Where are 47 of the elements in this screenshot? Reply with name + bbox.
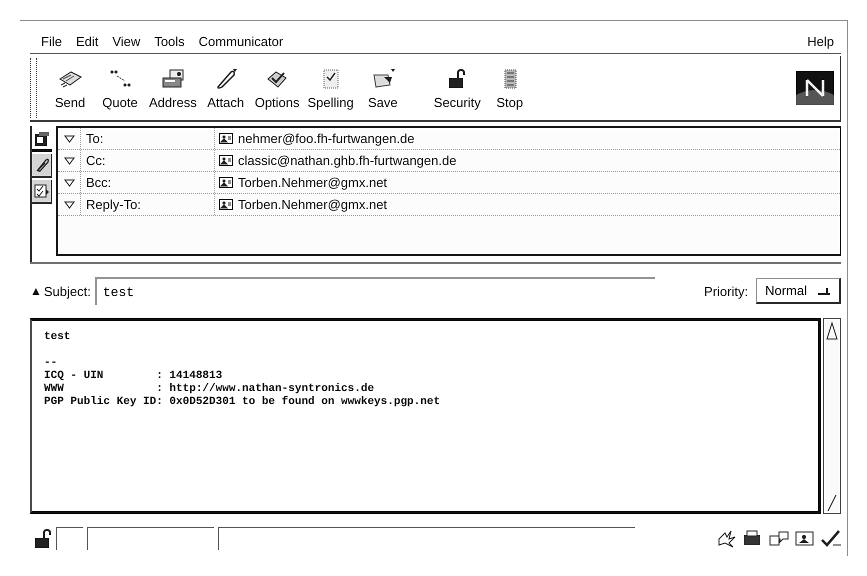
- subject-label: Subject:: [42, 284, 92, 298]
- field-type-label[interactable]: Bcc:: [81, 172, 215, 193]
- dropdown-triangle-icon[interactable]: [64, 156, 74, 164]
- body-text-line: test: [44, 331, 72, 344]
- toolbar-button[interactable]: Security: [430, 64, 485, 112]
- collapse-toggle[interactable]: ▲: [30, 284, 42, 298]
- toolbar-button[interactable]: Attach: [200, 64, 251, 112]
- option-menu-icon: [817, 286, 831, 294]
- toolbar-button[interactable]: Spelling: [304, 64, 358, 112]
- side-tab[interactable]: [32, 180, 52, 204]
- address-book-icon: [160, 66, 186, 90]
- recipient-address[interactable]: nehmer@foo.fh-furtwangen.de: [238, 131, 415, 146]
- toolbar-grip[interactable]: [30, 58, 37, 118]
- dropdown-triangle-icon[interactable]: [64, 178, 74, 186]
- toolbar-button[interactable]: Quote: [95, 64, 145, 112]
- toolbar-button[interactable]: Send: [45, 64, 95, 112]
- checklist-icon: [34, 183, 50, 199]
- dropdown-triangle-icon[interactable]: [64, 200, 74, 208]
- message-body[interactable]: test -- ICQ - UIN : 14148813 WWW : http://www.nathan-syntronics.de PGP Public Key ID: 0x0D52D301 to be found on wwwkeys.pgp.net: [30, 318, 821, 514]
- menu-item[interactable]: View: [105, 34, 148, 48]
- scrollbar[interactable]: [823, 318, 841, 514]
- dropdown-triangle-icon[interactable]: [64, 134, 74, 142]
- recipient-address[interactable]: Torben.Nehmer@gmx.net: [238, 175, 388, 190]
- menu-item[interactable]: Edit: [68, 34, 106, 48]
- body-text-line: WWW : http://www.nathan-syntronics.de: [44, 383, 376, 396]
- toolbar-button[interactable]: Options: [250, 64, 304, 112]
- menu-item[interactable]: Tools: [147, 34, 192, 48]
- subject-field[interactable]: test: [94, 277, 655, 305]
- body-text-line: PGP Public Key ID: 0x0D52D301 to be found on wwwkeys.pgp.net: [44, 396, 442, 409]
- body-text-line: --: [44, 357, 58, 370]
- side-tab[interactable]: [32, 154, 52, 178]
- priority-dropdown[interactable]: Normal: [756, 278, 841, 304]
- recipient-address[interactable]: Torben.Nehmer@gmx.net: [238, 197, 388, 212]
- status-field: [56, 526, 83, 550]
- body-text-line: ICQ - UIN : 14148813: [44, 370, 224, 383]
- menu-item[interactable]: Help: [800, 34, 841, 48]
- priority-label: Priority:: [704, 284, 748, 298]
- field-type-label[interactable]: Cc:: [81, 150, 215, 171]
- paperclip-icon: [34, 157, 50, 173]
- menu-item[interactable]: File: [34, 34, 69, 48]
- field-type-label[interactable]: To:: [81, 128, 215, 149]
- toolbar-button[interactable]: Stop: [484, 64, 535, 112]
- recipient-address[interactable]: classic@nathan.ghb.fh-furtwangen.de: [238, 153, 456, 168]
- menu-item[interactable]: Communicator: [192, 34, 290, 48]
- field-type-label[interactable]: Reply-To:: [81, 194, 215, 215]
- toolbar-button[interactable]: Save: [358, 64, 408, 112]
- toolbar-button[interactable]: Address: [145, 64, 201, 112]
